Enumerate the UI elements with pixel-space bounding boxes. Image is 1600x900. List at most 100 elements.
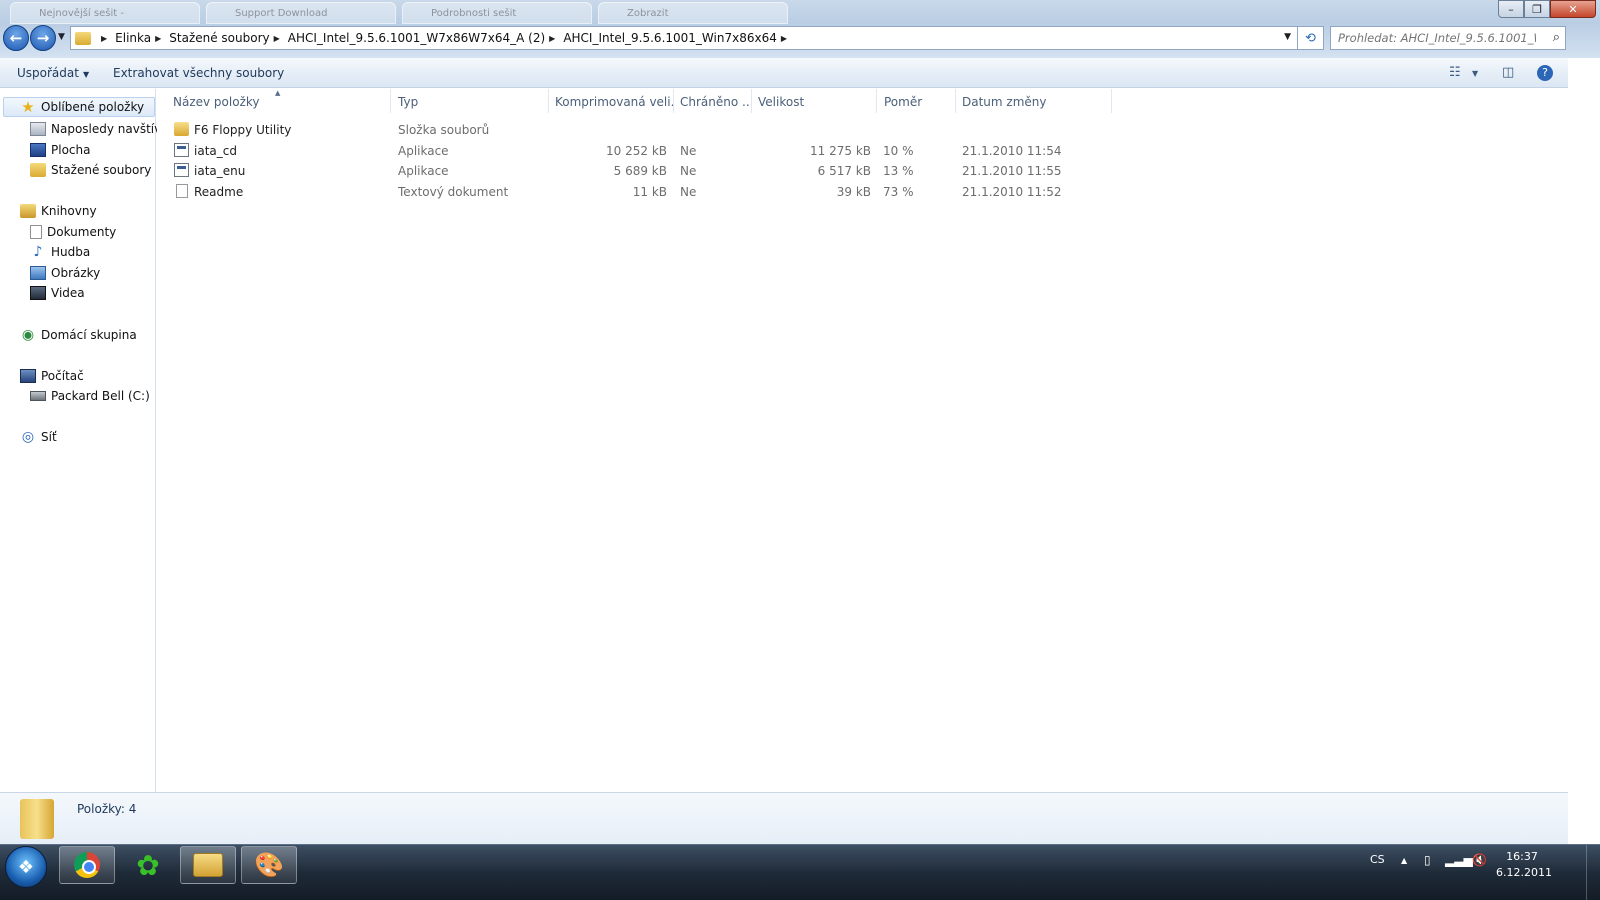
breadcrumb-current-folder[interactable]: AHCI_Intel_9.5.6.1001_Win7x86x64 ▶ (563, 31, 795, 45)
show-desktop-button[interactable] (1586, 845, 1600, 900)
nav-libraries[interactable]: Knihovny (0, 201, 97, 221)
file-size: 39 kB (836, 185, 871, 199)
chevron-down-icon: ▼ (1284, 32, 1291, 42)
view-options-dropdown[interactable]: ▼ (1472, 69, 1478, 78)
chevron-down-icon: ▼ (82, 70, 90, 79)
file-protected: Ne (680, 164, 697, 178)
nav-homegroup[interactable]: ◉ Domácí skupina (0, 325, 137, 345)
command-bar: Uspořádat ▼ Extrahovat všechny soubory ☷ … (0, 58, 1568, 88)
windows-logo-icon: ❖ (17, 856, 35, 878)
search-icon[interactable]: ⌕ (1553, 30, 1560, 45)
videos-icon (30, 286, 46, 300)
clock-time: 16:37 (1506, 850, 1538, 863)
taskbar-chrome-button[interactable] (59, 846, 115, 884)
taskbar-paint-button[interactable]: 🎨 (241, 846, 297, 884)
device-icon[interactable]: ▯ (1424, 853, 1431, 867)
file-date: 21.1.2010 11:55 (962, 164, 1062, 178)
background-tab[interactable]: Podrobnosti sešit (402, 2, 592, 24)
taskbar: ❖ ✿ 🎨 CS ▲ ▯ ▂▃▅ 🔇 16:37 6.12.2011 (0, 844, 1600, 900)
file-date: 21.1.2010 11:52 (962, 185, 1062, 199)
background-tab[interactable]: Zobrazit (598, 2, 788, 24)
breadcrumb-archive[interactable]: AHCI_Intel_9.5.6.1001_W7x86W7x64_A (2) ▶ (288, 31, 564, 45)
file-compressed-size: 11 kB (632, 185, 667, 199)
organize-button[interactable]: Uspořádat ▼ (17, 66, 89, 80)
breadcrumb-separator-icon[interactable]: ▶ (155, 34, 161, 43)
file-date: 21.1.2010 11:54 (962, 144, 1062, 158)
file-type: Aplikace (398, 144, 449, 158)
change-view-icon[interactable]: ☷ (1449, 65, 1461, 80)
minimize-button[interactable]: – (1498, 0, 1524, 18)
column-header-protected[interactable]: Chráněno ... (674, 89, 752, 113)
column-header-date[interactable]: Datum změny (956, 89, 1112, 113)
background-tab[interactable]: Nejnovější sešit - (10, 2, 200, 24)
taskbar-explorer-button[interactable] (180, 846, 236, 884)
show-hidden-icons-icon[interactable]: ▲ (1401, 856, 1407, 865)
navigation-pane: ★ Oblíbené položky Naposledy navštívené P… (0, 89, 184, 792)
nav-downloads[interactable]: Stažené soubory (0, 160, 151, 180)
file-compressed-size: 10 252 kB (606, 144, 667, 158)
help-icon[interactable]: ? (1537, 65, 1553, 81)
chrome-icon (74, 852, 100, 878)
application-icon (174, 163, 189, 177)
search-box: ⌕ (1330, 26, 1566, 50)
nav-computer[interactable]: Počítač (0, 366, 84, 386)
nav-pictures[interactable]: Obrázky (0, 263, 100, 283)
text-document-icon (176, 184, 188, 198)
clock[interactable]: 16:37 6.12.2011 (1496, 849, 1552, 881)
column-header-compressed-size[interactable]: Komprimovaná veli... (549, 89, 674, 113)
breadcrumb-elinka[interactable]: Elinka ▶ (115, 31, 169, 45)
background-browser-tabs: Nejnovější sešit - Support Download Podr… (10, 2, 788, 24)
nav-videos[interactable]: Videa (0, 283, 85, 303)
recent-pages-dropdown[interactable]: ▼ (58, 32, 65, 42)
file-name: iata_cd (194, 144, 237, 158)
network-icon: ◎ (21, 429, 35, 445)
pictures-icon (30, 266, 46, 280)
breadcrumb-separator-icon[interactable]: ▶ (781, 34, 787, 43)
refresh-button[interactable]: ⟲ (1298, 26, 1324, 50)
column-header-ratio[interactable]: Poměr (878, 89, 956, 113)
extract-all-button[interactable]: Extrahovat všechny soubory (113, 66, 284, 80)
nav-desktop[interactable]: Plocha (0, 140, 90, 160)
breadcrumb-separator-icon[interactable]: ▶ (101, 34, 107, 43)
nav-favorites[interactable]: ★ Oblíbené položky (3, 97, 155, 117)
close-button[interactable]: ✕ (1550, 0, 1596, 18)
file-type: Aplikace (398, 164, 449, 178)
preview-pane-icon[interactable]: ◫ (1502, 65, 1514, 80)
breadcrumb-separator-icon[interactable]: ▶ (274, 34, 280, 43)
start-button[interactable]: ❖ (5, 846, 47, 888)
file-compressed-size: 5 689 kB (613, 164, 667, 178)
column-header-size[interactable]: Velikost (752, 89, 877, 113)
address-history-dropdown[interactable]: ▼ (1284, 32, 1291, 42)
downloads-folder-icon (30, 163, 46, 177)
address-bar[interactable]: ▶ Elinka ▶ Stažené soubory ▶ AHCI_Intel_9.… (70, 26, 1298, 50)
search-input[interactable] (1331, 27, 1536, 49)
file-row[interactable]: iata_cd Aplikace 10 252 kB Ne 11 275 kB … (157, 141, 1117, 161)
file-name: iata_enu (194, 164, 246, 178)
item-count: Položky: 4 (77, 802, 137, 816)
file-type: Textový dokument (398, 185, 509, 199)
background-tab[interactable]: Support Download (206, 2, 396, 24)
sort-ascending-icon: ▲ (275, 89, 281, 97)
input-language[interactable]: CS (1370, 853, 1385, 866)
nav-documents[interactable]: Dokumenty (0, 222, 116, 242)
file-name: Readme (194, 185, 244, 199)
folder-icon (174, 122, 189, 136)
refresh-icon: ⟲ (1305, 30, 1316, 46)
volume-muted-icon[interactable]: 🔇 (1472, 853, 1487, 867)
forward-button[interactable]: → (30, 25, 56, 51)
back-button[interactable]: ← (3, 25, 29, 51)
file-row[interactable]: F6 Floppy Utility Složka souborů (157, 120, 1117, 140)
nav-drive-c[interactable]: Packard Bell (C:) (0, 386, 150, 406)
file-row[interactable]: iata_enu Aplikace 5 689 kB Ne 6 517 kB 1… (157, 161, 1117, 181)
nav-music[interactable]: ♪ Hudba (0, 242, 91, 262)
taskbar-icq-button[interactable]: ✿ (120, 846, 176, 884)
column-header-type[interactable]: Typ (392, 89, 549, 113)
nav-network[interactable]: ◎ Síť (0, 427, 57, 447)
explorer-folder-icon (193, 853, 223, 877)
file-size: 11 275 kB (810, 144, 871, 158)
signal-strength-icon[interactable]: ▂▃▅ (1445, 853, 1473, 867)
file-row[interactable]: Readme Textový dokument 11 kB Ne 39 kB 7… (157, 182, 1117, 202)
restore-button[interactable]: ❐ (1524, 0, 1550, 18)
breadcrumb-separator-icon[interactable]: ▶ (549, 34, 555, 43)
breadcrumb-downloads[interactable]: Stažené soubory ▶ (169, 31, 288, 45)
